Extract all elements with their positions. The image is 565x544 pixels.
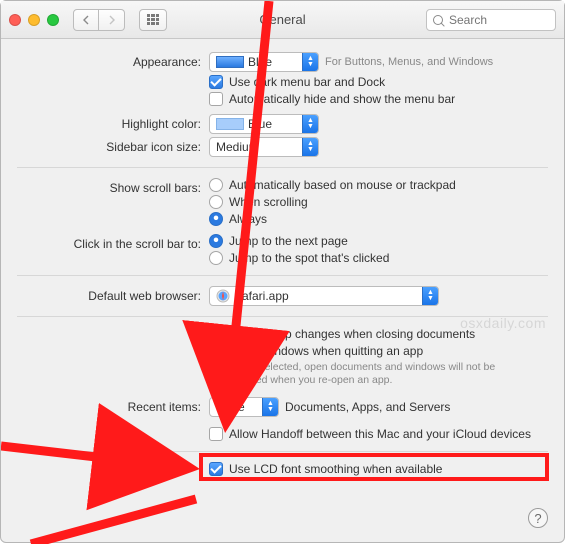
recent-label: Recent items: [17, 397, 209, 414]
close-windows-note: When selected, open documents and window… [229, 361, 529, 387]
browser-label: Default web browser: [17, 286, 209, 303]
autohide-menu-label: Automatically hide and show the menu bar [229, 92, 455, 106]
appearance-swatch-icon [216, 56, 244, 68]
scrollbars-when-radio[interactable] [209, 195, 223, 209]
scrollbars-label: Show scroll bars: [17, 178, 209, 195]
divider [17, 316, 548, 317]
close-windows-label: Close windows when quitting an app [229, 344, 423, 358]
clickbar-next-radio[interactable] [209, 234, 223, 248]
sidebar-size-select[interactable]: Medium ▲▼ [209, 137, 319, 157]
chevron-left-icon [82, 15, 90, 25]
divider [17, 451, 548, 452]
ask-keep-label: Ask to keep changes when closing documen… [229, 327, 475, 341]
divider [17, 167, 548, 168]
scrollbars-always-label: Always [229, 212, 267, 226]
updown-icon: ▲▼ [302, 115, 318, 133]
updown-icon: ▲▼ [422, 287, 438, 305]
handoff-label: Allow Handoff between this Mac and your … [229, 427, 531, 441]
recent-value: None [216, 400, 267, 414]
clickbar-next-label: Jump to the next page [229, 234, 348, 248]
safari-icon [216, 289, 230, 303]
search-input[interactable] [447, 12, 549, 28]
scrollbars-when-row[interactable]: When scrolling [209, 195, 548, 209]
highlight-select[interactable]: Blue ▲▼ [209, 114, 319, 134]
appearance-value: Blue [248, 55, 294, 69]
clickbar-spot-radio[interactable] [209, 251, 223, 265]
chevron-right-icon [108, 15, 116, 25]
autohide-menu-row[interactable]: Automatically hide and show the menu bar [209, 92, 548, 106]
dark-menu-label: Use dark menu bar and Dock [229, 75, 385, 89]
scrollbars-auto-row[interactable]: Automatically based on mouse or trackpad [209, 178, 548, 192]
sidebar-size-value: Medium [216, 140, 281, 154]
show-all-button[interactable] [139, 9, 167, 31]
browser-value: Safari.app [234, 289, 311, 303]
search-icon [433, 15, 443, 25]
scrollbars-always-radio[interactable] [209, 212, 223, 226]
updown-icon: ▲▼ [262, 398, 278, 416]
preferences-window: General Appearance: Blue ▲▼ For Buttons,… [0, 0, 565, 543]
question-icon: ? [534, 511, 541, 526]
appearance-select[interactable]: Blue ▲▼ [209, 52, 319, 72]
scrollbars-auto-label: Automatically based on mouse or trackpad [229, 178, 456, 192]
clickbar-label: Click in the scroll bar to: [17, 234, 209, 251]
titlebar: General [1, 1, 564, 39]
close-window-button[interactable] [9, 14, 21, 26]
search-field-wrap[interactable] [426, 9, 556, 31]
autohide-menu-checkbox[interactable] [209, 92, 223, 106]
clickbar-spot-row[interactable]: Jump to the spot that's clicked [209, 251, 548, 265]
minimize-window-button[interactable] [28, 14, 40, 26]
dark-menu-row[interactable]: Use dark menu bar and Dock [209, 75, 548, 89]
handoff-checkbox[interactable] [209, 427, 223, 441]
ask-keep-row[interactable]: Ask to keep changes when closing documen… [209, 327, 548, 341]
lcd-checkbox[interactable] [209, 462, 223, 476]
lcd-row[interactable]: Use LCD font smoothing when available [209, 462, 548, 476]
scrollbars-when-label: When scrolling [229, 195, 308, 209]
lcd-label: Use LCD font smoothing when available [229, 462, 442, 476]
updown-icon: ▲▼ [302, 53, 318, 71]
close-windows-checkbox[interactable] [209, 344, 223, 358]
browser-select[interactable]: Safari.app ▲▼ [209, 286, 439, 306]
scrollbars-always-row[interactable]: Always [209, 212, 548, 226]
nav-buttons [73, 9, 125, 31]
content-area: Appearance: Blue ▲▼ For Buttons, Menus, … [1, 39, 564, 495]
highlight-value: Blue [248, 117, 294, 131]
back-button[interactable] [73, 9, 99, 31]
grid-icon [147, 14, 159, 26]
traffic-lights [9, 14, 59, 26]
handoff-row[interactable]: Allow Handoff between this Mac and your … [209, 427, 548, 441]
recent-select[interactable]: None ▲▼ [209, 397, 279, 417]
forward-button[interactable] [99, 9, 125, 31]
close-windows-row[interactable]: Close windows when quitting an app [209, 344, 548, 358]
recent-suffix: Documents, Apps, and Servers [285, 400, 450, 414]
sidebar-size-label: Sidebar icon size: [17, 137, 209, 154]
divider [17, 275, 548, 276]
highlight-swatch-icon [216, 118, 244, 130]
highlight-label: Highlight color: [17, 114, 209, 131]
ask-keep-checkbox[interactable] [209, 327, 223, 341]
clickbar-next-row[interactable]: Jump to the next page [209, 234, 548, 248]
appearance-hint: For Buttons, Menus, and Windows [325, 56, 493, 68]
clickbar-spot-label: Jump to the spot that's clicked [229, 251, 389, 265]
scrollbars-auto-radio[interactable] [209, 178, 223, 192]
zoom-window-button[interactable] [47, 14, 59, 26]
dark-menu-checkbox[interactable] [209, 75, 223, 89]
help-button[interactable]: ? [528, 508, 548, 528]
appearance-label: Appearance: [17, 52, 209, 69]
updown-icon: ▲▼ [302, 138, 318, 156]
